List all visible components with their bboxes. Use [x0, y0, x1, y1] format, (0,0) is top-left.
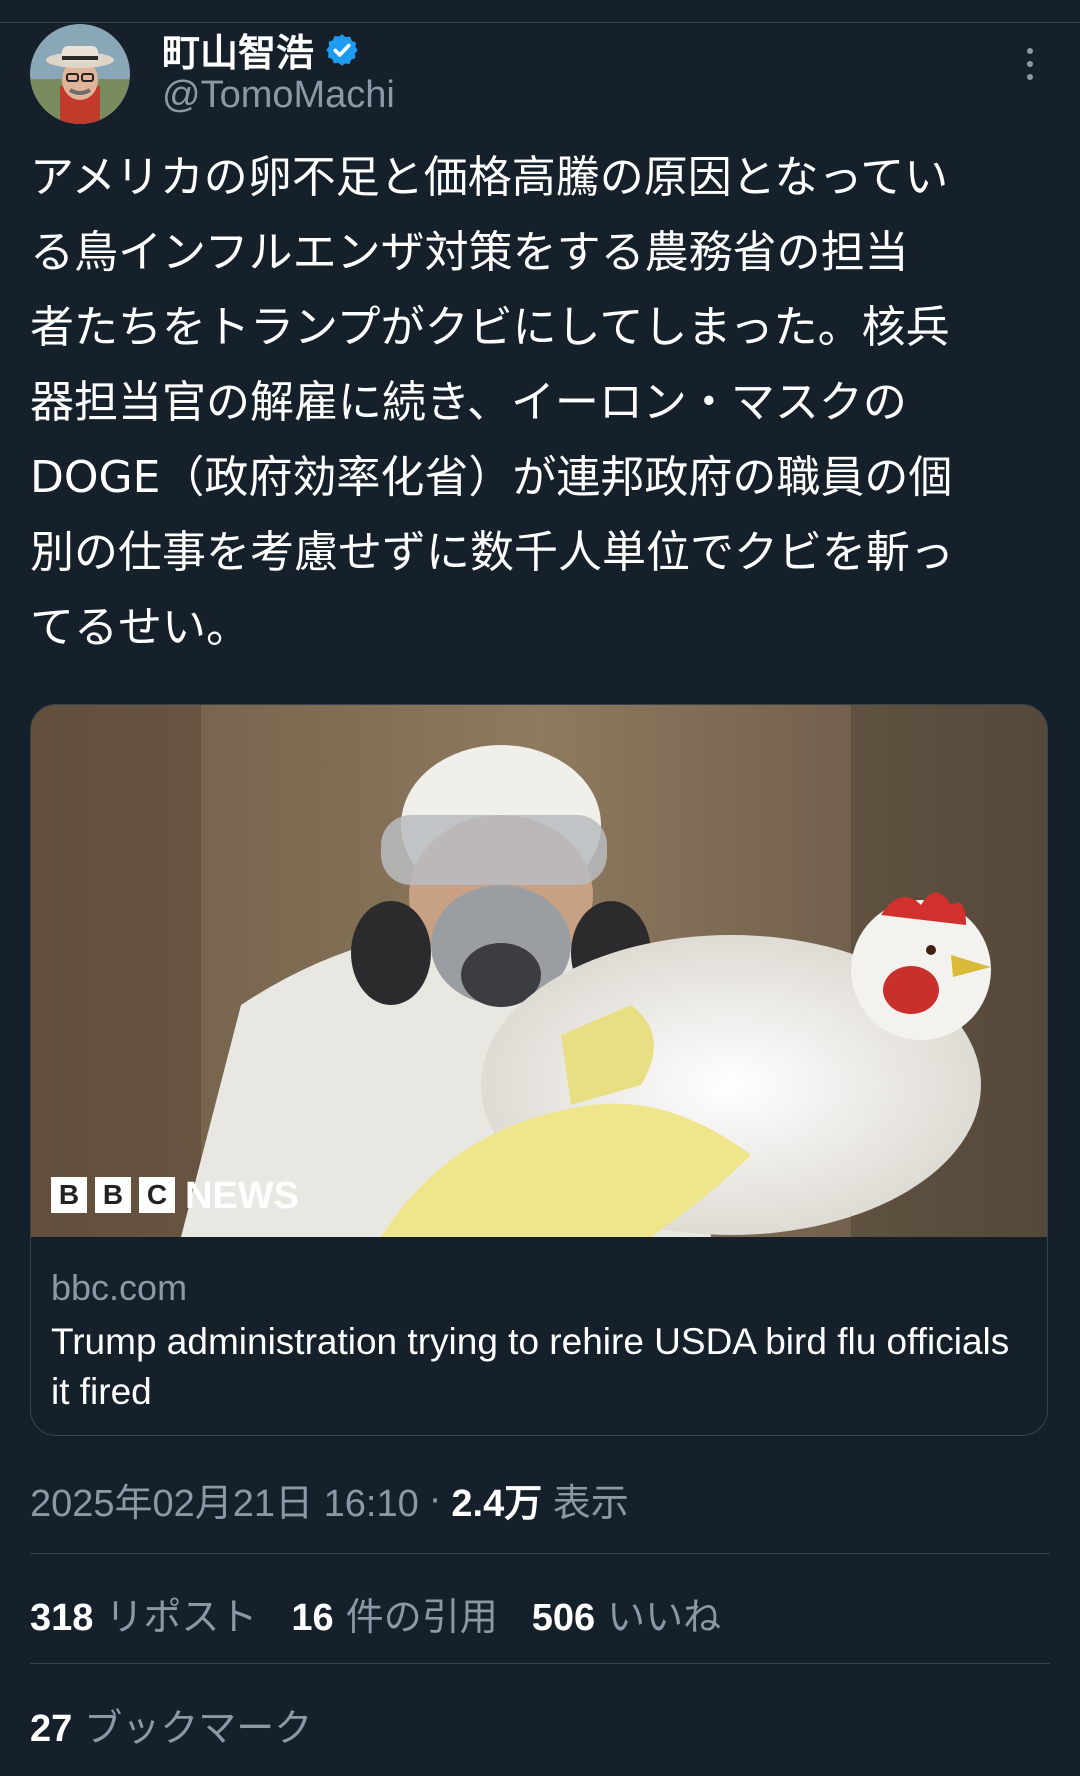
quotes-label: 件の引用	[345, 1597, 498, 1639]
author-name[interactable]: 町山智浩	[162, 22, 360, 77]
bookmarks-stat[interactable]: 27 ブックマーク	[30, 1697, 312, 1752]
views[interactable]: 2.4万 表示	[451, 1472, 628, 1527]
author-handle[interactable]: @TomoMachi	[162, 74, 395, 117]
more-dot	[1027, 74, 1033, 80]
stats-divider-bottom	[30, 1663, 1050, 1664]
tweet-text: アメリカの卵不足と価格高騰の原因となってい る鳥インフルエンザ対策をする農務省の…	[30, 152, 954, 653]
bookmark-stats: 27 ブックマーク	[30, 1697, 312, 1752]
tweet-meta: 2025年02月21日 16:10 · 2.4万 表示	[30, 1472, 629, 1527]
bbc-letter-b2: B	[103, 1179, 123, 1210]
reposts-stat[interactable]: 318 リポスト	[30, 1586, 257, 1641]
more-dot	[1027, 61, 1033, 67]
card-image: B B C NEWS	[31, 705, 1047, 1237]
meta-separator: ·	[428, 1478, 442, 1520]
engagement-stats: 318 リポスト 16 件の引用 506 いいね	[30, 1586, 721, 1641]
more-options-icon[interactable]	[1014, 44, 1046, 84]
timestamp[interactable]: 2025年02月21日 16:10	[30, 1472, 419, 1527]
likes-count: 506	[531, 1597, 596, 1639]
likes-label: いいね	[607, 1597, 722, 1639]
display-name-text: 町山智浩	[162, 31, 315, 75]
stats-divider-top	[30, 1553, 1050, 1554]
bbc-letter-c: C	[147, 1179, 167, 1210]
card-domain: bbc.com	[51, 1267, 188, 1308]
card-title: Trump administration trying to rehire US…	[51, 1321, 1010, 1412]
verified-badge-icon	[326, 33, 358, 66]
link-card[interactable]: B B C NEWS bbc.com Trump administration …	[30, 704, 1048, 1436]
bookmarks-label: ブックマーク	[84, 1708, 313, 1750]
avatar-photo	[30, 24, 130, 124]
reposts-label: リポスト	[105, 1597, 258, 1639]
bbc-letter-b1: B	[59, 1179, 79, 1210]
top-divider	[0, 0, 1080, 23]
bookmarks-count: 27	[30, 1708, 73, 1750]
quotes-stat[interactable]: 16 件の引用	[291, 1586, 497, 1641]
views-label: 表示	[552, 1483, 629, 1525]
quotes-count: 16	[291, 1597, 334, 1639]
avatar[interactable]	[30, 24, 130, 124]
news-wordmark: NEWS	[185, 1175, 299, 1217]
likes-stat[interactable]: 506 いいね	[532, 1586, 721, 1641]
reposts-count: 318	[30, 1597, 94, 1639]
more-dot	[1027, 48, 1033, 54]
views-count: 2.4万	[451, 1483, 543, 1525]
